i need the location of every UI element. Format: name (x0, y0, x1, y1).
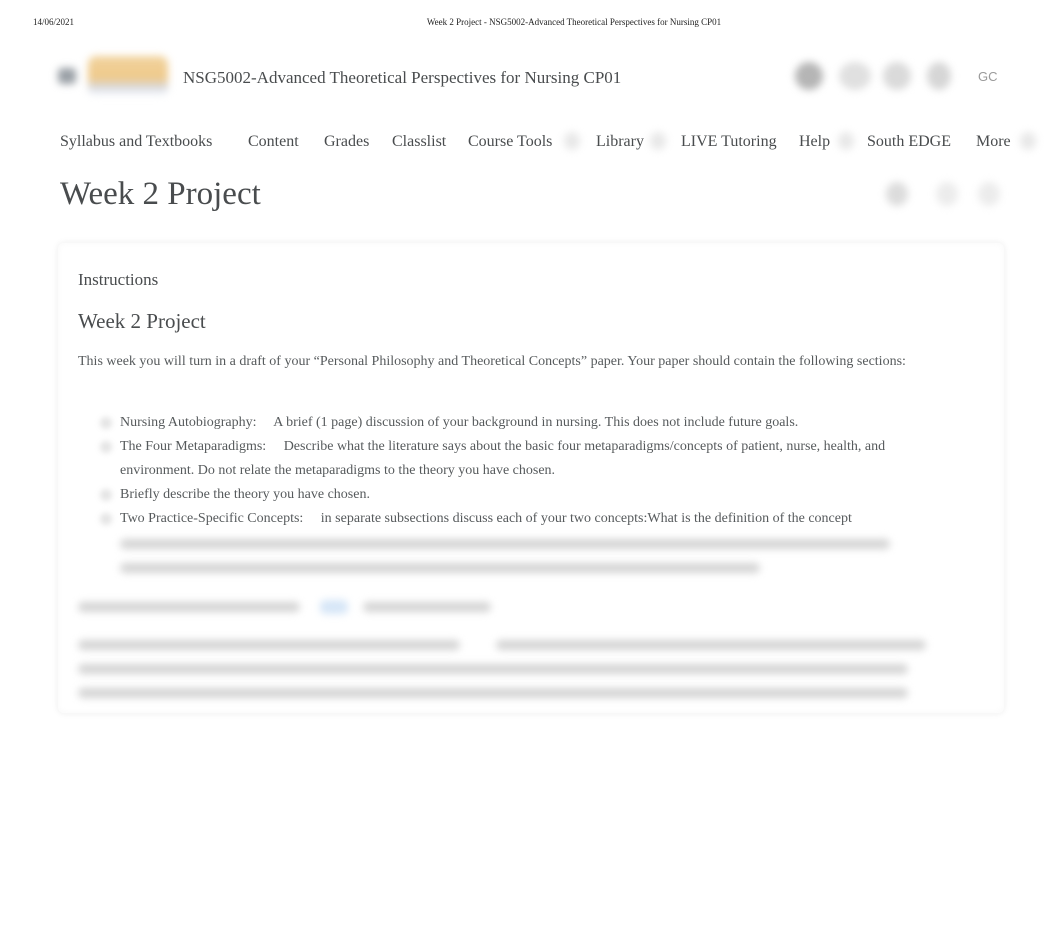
top-navbar: NSG5002-Advanced Theoretical Perspective… (0, 48, 1062, 108)
nav-item-live-tutoring[interactable]: LIVE Tutoring (681, 133, 777, 151)
nav-item-more[interactable]: More (976, 133, 1011, 151)
message-icon[interactable] (795, 62, 823, 90)
chevron-down-icon[interactable] (564, 132, 580, 150)
requirement-label: The Four Metaparadigms: (120, 439, 267, 454)
bell-icon[interactable] (883, 62, 911, 90)
bullet-icon (100, 441, 112, 453)
requirement-text: in separate subsections discuss each of … (320, 511, 852, 526)
next-icon[interactable] (978, 182, 1000, 206)
chevron-down-icon[interactable] (650, 132, 666, 150)
blurred-text (120, 531, 918, 579)
print-icon[interactable] (886, 182, 908, 206)
bullet-icon (100, 513, 112, 525)
nav-item-help[interactable]: Help (799, 133, 830, 151)
menu-icon[interactable] (58, 68, 76, 84)
nav-item-content[interactable]: Content (248, 133, 299, 151)
section-title: Week 2 Project (78, 309, 206, 333)
previous-icon[interactable] (936, 182, 958, 206)
blurred-text (78, 636, 928, 706)
nav-item-course-tools[interactable]: Course Tools (468, 133, 552, 151)
list-item: Two Practice-Specific Concepts: in separ… (78, 507, 918, 579)
list-item: Briefly describe the theory you have cho… (78, 483, 918, 507)
requirement-label: Nursing Autobiography: (120, 415, 257, 430)
nav-item-grades[interactable]: Grades (324, 133, 369, 151)
chevron-down-icon[interactable] (838, 132, 854, 150)
bullet-icon (100, 489, 112, 501)
email-icon[interactable] (839, 62, 871, 90)
requirements-list: Nursing Autobiography: A brief (1 page) … (78, 411, 918, 579)
chevron-down-icon[interactable] (1020, 132, 1036, 150)
blurred-text (78, 598, 928, 618)
user-icon[interactable] (927, 62, 951, 90)
nav-item-library[interactable]: Library (596, 133, 644, 151)
print-header: 14/06/2021 Week 2 Project - NSG5002-Adva… (0, 17, 1062, 31)
print-title: Week 2 Project - NSG5002-Advanced Theore… (426, 17, 722, 27)
nav-item-classlist[interactable]: Classlist (392, 133, 446, 151)
bullet-icon (100, 417, 112, 429)
course-nav: Syllabus and Textbooks Content Grades Cl… (0, 130, 1062, 158)
blurred-link[interactable] (320, 600, 348, 614)
requirement-text: A brief (1 page) discussion of your back… (273, 415, 799, 430)
page-title: Week 2 Project (60, 176, 261, 212)
course-title[interactable]: NSG5002-Advanced Theoretical Perspective… (183, 68, 621, 88)
nav-item-south-edge[interactable]: South EDGE (867, 133, 951, 151)
school-logo[interactable] (88, 56, 168, 96)
intro-paragraph: This week you will turn in a draft of yo… (78, 354, 906, 369)
list-item: The Four Metaparadigms: Describe what th… (78, 435, 918, 483)
requirement-text: Briefly describe the theory you have cho… (120, 487, 370, 502)
nav-item-syllabus[interactable]: Syllabus and Textbooks (60, 133, 212, 151)
instructions-label: Instructions (78, 270, 159, 289)
requirement-label: Two Practice-Specific Concepts: (120, 511, 304, 526)
list-item: Nursing Autobiography: A brief (1 page) … (78, 411, 918, 435)
user-initials[interactable]: GC (978, 69, 998, 84)
